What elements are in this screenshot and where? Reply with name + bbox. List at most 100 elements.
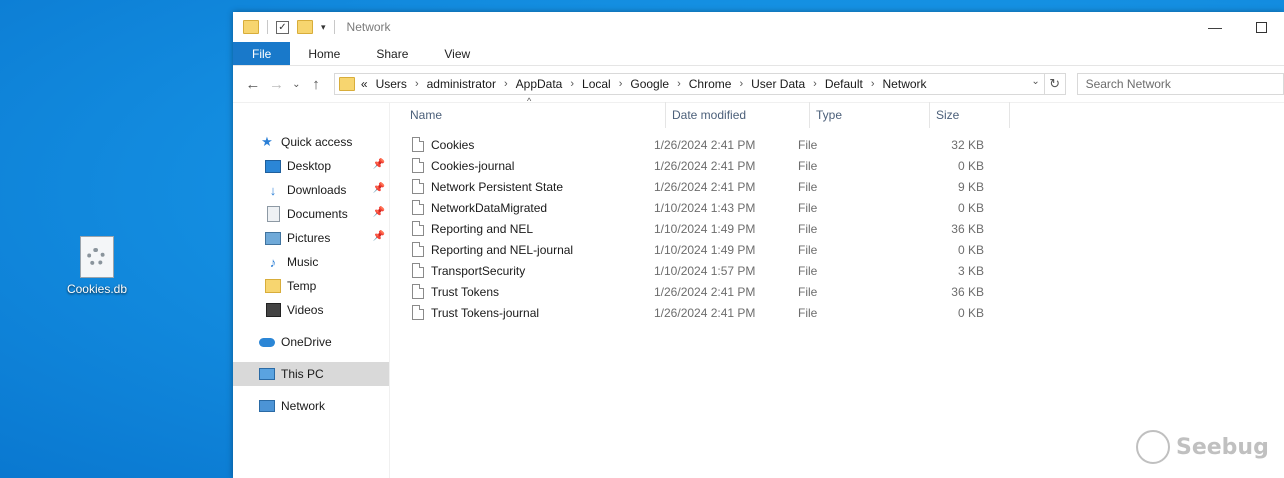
table-row[interactable]: NetworkDataMigrated 1/10/2024 1:43 PM File… bbox=[390, 197, 1284, 218]
nav-this-pc[interactable]: This PC bbox=[233, 362, 389, 386]
watermark-text: Seebug bbox=[1176, 434, 1269, 460]
address-bar[interactable]: « Users › administrator › AppData › Local › … bbox=[333, 73, 1045, 95]
quick-access-toolbar-dropdown-icon[interactable]: ▾ bbox=[321, 22, 326, 33]
file-name-cell[interactable]: Trust Tokens-journal bbox=[390, 305, 648, 320]
nav-pictures[interactable]: Pictures 📌 bbox=[233, 226, 389, 250]
search-input[interactable]: Search Network bbox=[1076, 73, 1284, 95]
column-header-size[interactable]: Size bbox=[930, 102, 1010, 128]
size-cell: 0 KB bbox=[957, 305, 984, 320]
file-name-cell[interactable]: Trust Tokens bbox=[390, 284, 648, 299]
table-row[interactable]: Trust Tokens-journal 1/26/2024 2:41 PM Fil… bbox=[390, 302, 1284, 323]
chevron-right-icon[interactable]: › bbox=[677, 78, 681, 90]
settings-file-icon bbox=[80, 236, 114, 278]
refresh-icon: ↻ bbox=[1049, 76, 1061, 91]
type-cell: File bbox=[798, 158, 818, 173]
video-film-icon bbox=[265, 303, 281, 317]
table-row[interactable]: Cookies-journal 1/26/2024 2:41 PM File 0 KB bbox=[390, 155, 1284, 176]
search-placeholder: Search Network bbox=[1085, 77, 1171, 91]
desktop-file-cookies-db[interactable]: Cookies.db bbox=[62, 236, 132, 296]
up-button[interactable]: ↑ bbox=[304, 76, 328, 93]
new-folder-icon[interactable] bbox=[297, 20, 313, 34]
chevron-right-icon[interactable]: › bbox=[813, 78, 817, 90]
forward-button[interactable]: → bbox=[265, 76, 289, 93]
file-explorer-window: ✓ ▾ Network — File Home Share View ← → ⌄… bbox=[233, 12, 1284, 478]
file-name-cell[interactable]: Reporting and NEL-journal bbox=[390, 242, 648, 257]
file-rows: Cookies 1/26/2024 2:41 PM File 32 KB Cookies… bbox=[390, 134, 1284, 323]
nav-videos[interactable]: Videos bbox=[233, 298, 389, 322]
download-arrow-icon: ↓ bbox=[269, 182, 277, 198]
refresh-button[interactable]: ↻ bbox=[1043, 73, 1066, 95]
file-name: Cookies bbox=[431, 137, 475, 152]
breadcrumb-chrome[interactable]: Chrome bbox=[689, 77, 732, 91]
file-name-cell[interactable]: NetworkDataMigrated bbox=[390, 200, 648, 215]
size-cell: 36 KB bbox=[951, 284, 984, 299]
recent-locations-button[interactable]: ⌄ bbox=[288, 79, 304, 90]
divider bbox=[267, 20, 268, 34]
file-list: ^ Name Date modified Type Size Cookies 1/… bbox=[390, 96, 1284, 478]
chevron-right-icon[interactable]: › bbox=[739, 78, 743, 90]
pin-icon: 📌 bbox=[372, 159, 385, 170]
breadcrumb-default[interactable]: Default bbox=[825, 77, 863, 91]
chevron-right-icon[interactable]: › bbox=[871, 78, 875, 90]
breadcrumb-overflow[interactable]: « bbox=[361, 77, 368, 91]
nav-music[interactable]: ♪ Music bbox=[233, 250, 389, 274]
breadcrumb-users[interactable]: Users bbox=[376, 77, 407, 91]
tab-home[interactable]: Home bbox=[290, 42, 358, 65]
breadcrumb-user-data[interactable]: User Data bbox=[751, 77, 805, 91]
breadcrumb-google[interactable]: Google bbox=[630, 77, 669, 91]
network-icon bbox=[259, 400, 275, 412]
maximize-button[interactable] bbox=[1238, 12, 1284, 42]
breadcrumb-local[interactable]: Local bbox=[582, 77, 611, 91]
minimize-button[interactable]: — bbox=[1192, 12, 1238, 42]
nav-label: Network bbox=[281, 399, 326, 413]
file-name: Cookies-journal bbox=[431, 158, 515, 173]
table-row[interactable]: Trust Tokens 1/26/2024 2:41 PM File 36 KB bbox=[390, 281, 1284, 302]
table-row[interactable]: Network Persistent State 1/26/2024 2:41 P… bbox=[390, 176, 1284, 197]
back-button[interactable]: ← bbox=[241, 76, 265, 93]
nav-label: Desktop bbox=[287, 159, 332, 173]
file-name-cell[interactable]: TransportSecurity bbox=[390, 263, 648, 278]
properties-check-icon[interactable]: ✓ bbox=[276, 20, 289, 34]
tab-view[interactable]: View bbox=[426, 42, 488, 65]
nav-downloads[interactable]: ↓ Downloads 📌 bbox=[233, 178, 389, 202]
arrow-left-icon: ← bbox=[245, 75, 261, 93]
type-cell: File bbox=[798, 284, 818, 299]
date-modified-cell: 1/26/2024 2:41 PM bbox=[654, 179, 756, 194]
nav-network[interactable]: Network bbox=[233, 394, 389, 418]
chevron-right-icon[interactable]: › bbox=[619, 78, 623, 90]
file-name-cell[interactable]: Reporting and NEL bbox=[390, 221, 648, 236]
nav-temp[interactable]: Temp bbox=[233, 274, 389, 298]
nav-onedrive[interactable]: OneDrive bbox=[233, 330, 389, 354]
maximize-icon bbox=[1255, 21, 1267, 33]
file-name-cell[interactable]: Network Persistent State bbox=[390, 179, 648, 194]
chevron-right-icon[interactable]: › bbox=[504, 78, 508, 90]
computer-icon bbox=[259, 368, 275, 380]
folder-icon bbox=[338, 77, 355, 91]
file-name: Trust Tokens bbox=[431, 284, 500, 299]
tab-file[interactable]: File bbox=[233, 42, 291, 65]
table-row[interactable]: Reporting and NEL 1/10/2024 1:49 PM File 36… bbox=[390, 218, 1284, 239]
nav-documents[interactable]: Documents 📌 bbox=[233, 202, 389, 226]
chevron-right-icon[interactable]: › bbox=[570, 78, 574, 90]
file-icon bbox=[412, 221, 424, 236]
nav-label: Pictures bbox=[287, 231, 331, 245]
size-cell: 9 KB bbox=[957, 179, 984, 194]
file-name-cell[interactable]: Cookies bbox=[390, 137, 648, 152]
breadcrumb-administrator[interactable]: administrator bbox=[427, 77, 496, 91]
table-row[interactable]: Reporting and NEL-journal 1/10/2024 1:49 … bbox=[390, 239, 1284, 260]
table-row[interactable]: TransportSecurity 1/10/2024 1:57 PM File 3 … bbox=[390, 260, 1284, 281]
music-note-icon: ♪ bbox=[269, 254, 277, 270]
chevron-right-icon[interactable]: › bbox=[415, 78, 419, 90]
nav-quick-access[interactable]: ★ Quick access bbox=[233, 130, 389, 154]
breadcrumb-network[interactable]: Network bbox=[883, 77, 927, 91]
address-dropdown-icon[interactable]: ⌄ bbox=[1031, 76, 1039, 87]
nav-label: Quick access bbox=[281, 135, 353, 149]
column-header-type[interactable]: Type bbox=[810, 102, 930, 128]
breadcrumb-appdata[interactable]: AppData bbox=[516, 77, 563, 91]
column-header-date-modified[interactable]: Date modified bbox=[666, 102, 810, 128]
chevron-down-icon: ⌄ bbox=[292, 78, 301, 90]
nav-desktop[interactable]: Desktop 📌 bbox=[233, 154, 389, 178]
table-row[interactable]: Cookies 1/26/2024 2:41 PM File 32 KB bbox=[390, 134, 1284, 155]
file-name-cell[interactable]: Cookies-journal bbox=[390, 158, 648, 173]
tab-share[interactable]: Share bbox=[358, 42, 426, 65]
